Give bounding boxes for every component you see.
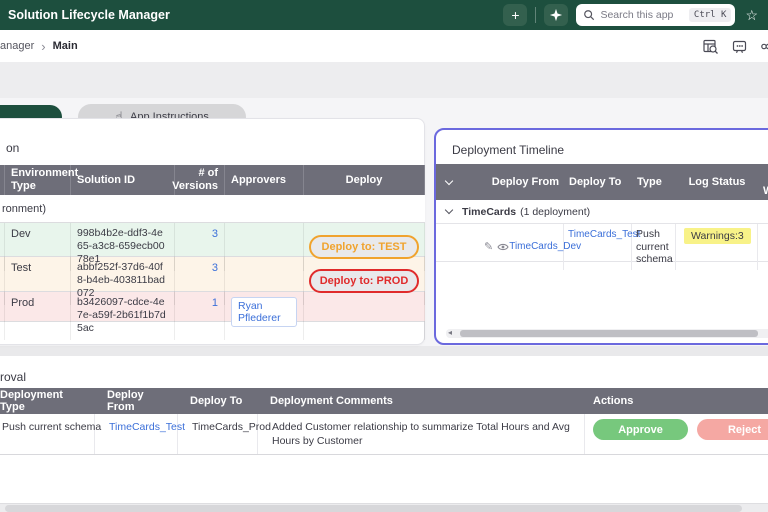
header-environment-type: Environment Type	[5, 165, 71, 195]
table-row-test: Test abbf252f-37d6-40f8-b4eb-403811bad07…	[0, 257, 425, 292]
header-deploy: Deploy	[304, 165, 425, 195]
approval-table: Deployment Type Deploy From Deploy To De…	[0, 388, 768, 455]
table-row-prod: Prod b3426097-cdce-4e7e-a59f-2b61f1b7d5a…	[0, 292, 425, 322]
page-scrollbar-thumb[interactable]	[5, 505, 742, 512]
row-action-icons: ✎	[484, 240, 509, 253]
cell-solution-id: b3426097-cdce-4e7e-a59f-2b61f1b7d5ac	[71, 292, 175, 340]
cell-deploy-to: TimeCards_Prod	[178, 414, 258, 454]
deploy-to-link[interactable]: TimeCards_Test	[568, 229, 640, 240]
header-type: Type	[632, 164, 676, 200]
app-title: Solution Lifecycle Manager	[8, 8, 170, 22]
solution-section-title: on	[6, 141, 19, 155]
breadcrumb-bar: anager › Main	[0, 30, 768, 62]
search-shortcut: Ctrl K	[689, 8, 732, 22]
cell-environment: Prod	[5, 292, 71, 340]
warnings-badge[interactable]: Warnings:3	[684, 228, 751, 244]
deployment-timeline-panel: Deployment Timeline Deploy From Deploy T…	[434, 128, 768, 345]
approval-row: Push current schema TimeCards_Test TimeC…	[0, 414, 768, 455]
cell-row-tools-spacer	[436, 224, 462, 270]
favorite-star-icon[interactable]: ☆	[743, 8, 760, 22]
approval-section-title: roval	[0, 370, 26, 384]
add-button[interactable]: +	[503, 4, 527, 26]
cell-versions-link[interactable]: 1	[175, 292, 225, 340]
app-bar-actions: + Ctrl K ☆	[503, 0, 768, 30]
divider	[535, 7, 536, 23]
view-eye-icon[interactable]	[497, 242, 509, 252]
timeline-header: Deploy From Deploy To Type Log Status Wa…	[436, 164, 768, 200]
timeline-group-row: TimeCards (1 deployment)	[436, 200, 768, 224]
cell-log-status: Warnings:3	[676, 224, 758, 270]
cell-deploy-to: TimeCards_Test	[564, 224, 632, 270]
approval-header: Deployment Type Deploy From Deploy To De…	[0, 388, 768, 414]
deploy-to-prod-button[interactable]: Deploy to: PROD	[309, 269, 419, 293]
header-warnings: War	[758, 164, 768, 200]
table-row-dev: Dev 998b4b2e-ddf3-4e65-a3c8-659ecb0078e1…	[0, 223, 425, 257]
timeline-table: Deploy From Deploy To Type Log Status Wa…	[436, 164, 768, 262]
scroll-left-arrow-icon[interactable]: ◂	[448, 328, 452, 337]
header-deploy-from: Deploy From	[95, 388, 178, 414]
timeline-deployment-row: ✎ TimeCards_Dev TimeCards_Test Push curr…	[436, 224, 768, 262]
group-count: (1 deployment)	[520, 206, 590, 218]
cell-actions: Approve Reject	[585, 414, 768, 454]
header-solution-id: Solution ID	[71, 165, 175, 195]
ai-sparkle-button[interactable]	[544, 4, 568, 26]
approver-chip[interactable]: Ryan Pflederer	[231, 297, 297, 327]
breadcrumb-parent[interactable]: anager	[0, 40, 34, 52]
cell-deploy	[304, 292, 425, 340]
share-icon[interactable]	[760, 38, 768, 55]
group-chevron-icon[interactable]	[436, 210, 462, 213]
scrollbar-thumb[interactable]	[460, 330, 758, 337]
solution-group-row: ronment)	[0, 195, 425, 223]
section-divider-strip	[0, 346, 768, 356]
header-num-versions: # of Versions	[175, 165, 225, 195]
header-deploy-to: Deploy To	[178, 388, 258, 414]
search-input[interactable]	[600, 9, 683, 21]
edit-pencil-icon[interactable]: ✎	[484, 240, 493, 253]
cell-comments: Added Customer relationship to summarize…	[258, 414, 585, 454]
search-box[interactable]: Ctrl K	[576, 4, 735, 26]
collapse-all-chevron-icon[interactable]	[436, 164, 462, 200]
screen: Solution Lifecycle Manager + Ctrl K ☆ an…	[0, 0, 768, 512]
solution-table-header: Environment Type Solution ID # of Versio…	[0, 165, 425, 195]
timeline-horizontal-scrollbar[interactable]: ◂	[446, 329, 768, 338]
deploy-to-test-button[interactable]: Deploy to: TEST	[309, 235, 419, 259]
cell-deployment-type: Push current schema	[0, 414, 95, 454]
breadcrumb-current: Main	[53, 40, 78, 52]
header-deployment-comments: Deployment Comments	[258, 388, 585, 414]
presentation-icon[interactable]	[731, 38, 748, 55]
page-horizontal-scrollbar[interactable]	[0, 503, 768, 512]
cell-deploy-from: TimeCards_Test	[95, 414, 178, 454]
header-approvers: Approvers	[225, 165, 304, 195]
header-actions: Actions	[585, 388, 768, 414]
breadcrumb-separator-icon: ›	[41, 39, 45, 54]
timeline-title: Deployment Timeline	[452, 143, 564, 157]
header-spacer-band	[0, 62, 768, 98]
header-deploy-from: Deploy From	[462, 164, 564, 200]
group-name: TimeCards	[462, 206, 516, 218]
data-explorer-icon[interactable]	[702, 38, 719, 55]
cell-deploy-from: ✎ TimeCards_Dev	[462, 224, 564, 270]
solution-group-label: ronment)	[2, 203, 46, 215]
search-icon	[583, 9, 595, 21]
solution-table: Environment Type Solution ID # of Versio…	[0, 165, 425, 322]
cell-warnings	[758, 224, 768, 270]
approve-button[interactable]: Approve	[593, 419, 688, 440]
cell-approvers: Ryan Pflederer	[225, 292, 304, 340]
header-deploy-to: Deploy To	[564, 164, 632, 200]
cell-type: Push current schema	[632, 224, 676, 270]
sparkle-icon	[549, 8, 563, 22]
deploy-from-link[interactable]: TimeCards_Test	[109, 421, 185, 433]
app-bar: Solution Lifecycle Manager + Ctrl K ☆	[0, 0, 768, 30]
header-log-status: Log Status	[676, 164, 758, 200]
reject-button[interactable]: Reject	[697, 419, 768, 440]
header-deployment-type: Deployment Type	[0, 388, 95, 414]
breadcrumb-actions	[702, 30, 768, 62]
